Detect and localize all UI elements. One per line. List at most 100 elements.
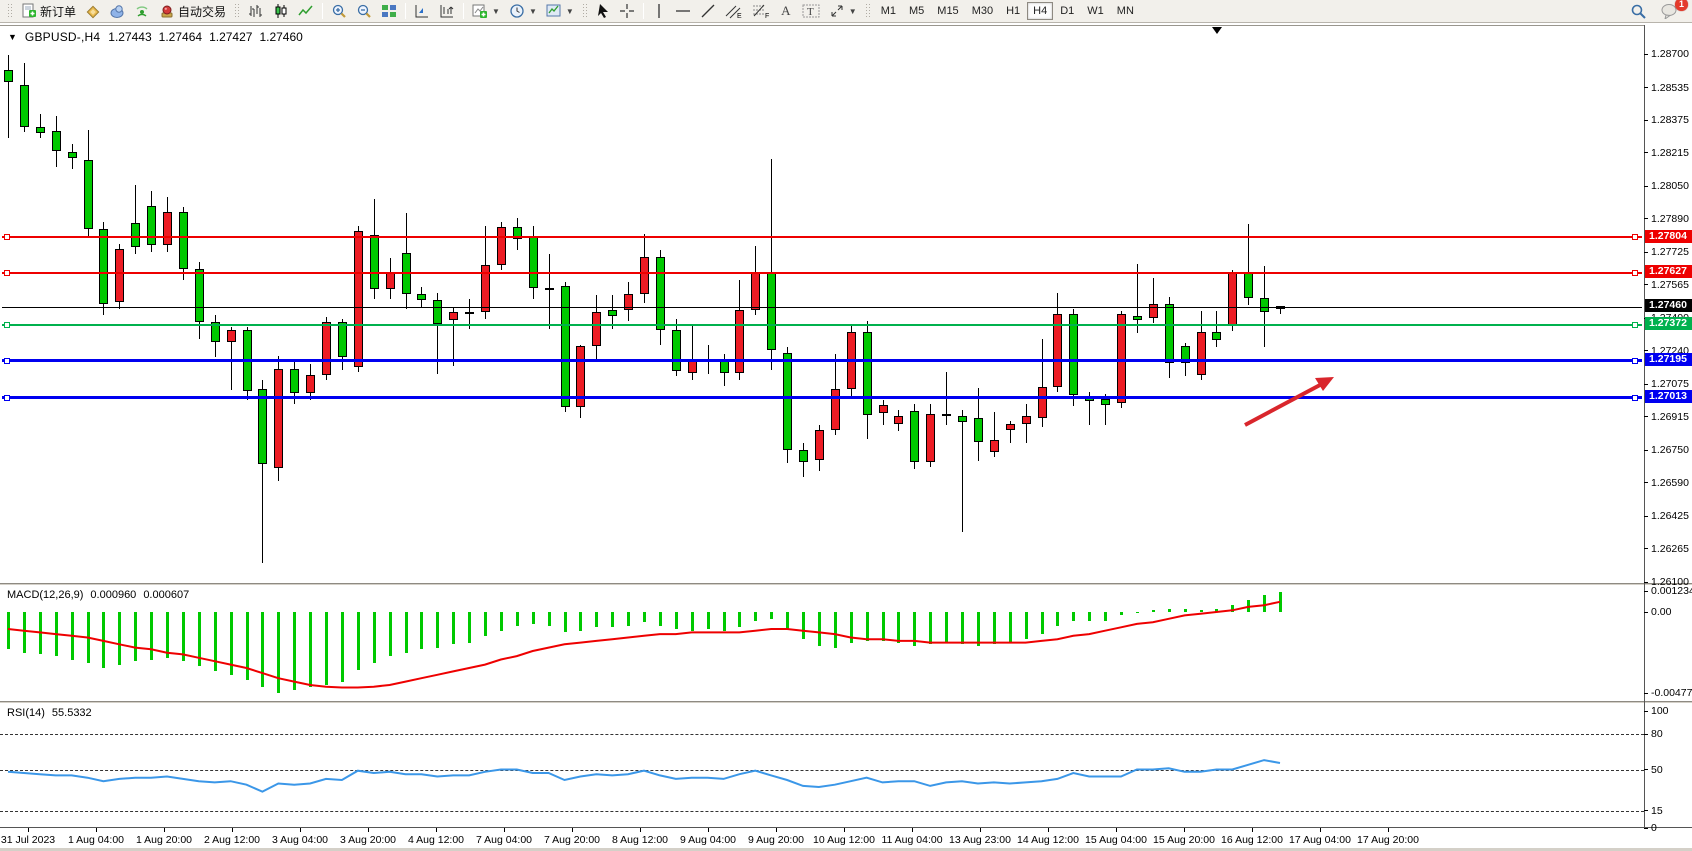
arrows-icon (829, 3, 845, 19)
toolbar: 新订单 自动交易 ▼ ▼ ▼ E F A (0, 0, 1692, 23)
price-axis[interactable]: 1.287001.285351.283751.282151.280501.278… (1644, 25, 1692, 583)
price-axis-label: 1.26590 (1651, 477, 1689, 489)
price-axis-label: 1.28050 (1651, 180, 1689, 192)
macd-axis-label: 0.00 (1651, 606, 1671, 618)
price-tick (1644, 482, 1648, 483)
fibonacci-button[interactable]: F (748, 1, 774, 21)
cursor-button[interactable] (592, 1, 614, 21)
vertical-line-button[interactable] (648, 1, 670, 21)
timeframe-m15[interactable]: M15 (931, 2, 964, 20)
templates-button[interactable]: ▼ (542, 1, 578, 21)
toolbar-grip[interactable] (865, 3, 871, 19)
new-order-button[interactable]: 新订单 (17, 1, 80, 21)
time-tick (572, 828, 573, 832)
search-icon (1630, 3, 1647, 20)
dropdown-arrow-icon: ▼ (492, 7, 500, 16)
periods-button[interactable]: ▼ (505, 1, 541, 21)
timeframe-d1[interactable]: D1 (1054, 2, 1080, 20)
time-tick (164, 828, 165, 832)
time-axis-label: 7 Aug 04:00 (476, 834, 532, 846)
time-tick (1048, 828, 1049, 832)
toolbar-grip[interactable] (7, 3, 13, 19)
bar-chart-button[interactable] (244, 1, 268, 21)
time-tick (1252, 828, 1253, 832)
tile-windows-button[interactable] (377, 1, 401, 21)
rsi-tick (1644, 828, 1648, 829)
toolbar-grip[interactable] (582, 3, 588, 19)
timeframe-m30[interactable]: M30 (966, 2, 999, 20)
rsi-axis-label: 100 (1651, 705, 1669, 717)
auto-trading-button[interactable]: 自动交易 (155, 1, 230, 21)
signals-button[interactable] (130, 1, 154, 21)
timeframe-mn[interactable]: MN (1111, 2, 1140, 20)
price-tick (1644, 548, 1648, 549)
time-axis-label: 31 Jul 2023 (1, 834, 55, 846)
timeframe-group: M1M5M15M30H1H4D1W1MN (875, 2, 1140, 20)
timeframe-w1[interactable]: W1 (1081, 2, 1110, 20)
time-axis-label: 3 Aug 04:00 (272, 834, 328, 846)
separator (405, 3, 406, 19)
crosshair-button[interactable] (615, 1, 639, 21)
price-tick (1644, 252, 1648, 253)
time-axis-label: 17 Aug 04:00 (1289, 834, 1351, 846)
time-tick (28, 828, 29, 832)
timeframe-m1[interactable]: M1 (875, 2, 902, 20)
trendline-button[interactable] (696, 1, 720, 21)
metaeditor-button[interactable] (81, 1, 104, 21)
rsi-panel[interactable]: RSI(14) 55.5332 (0, 704, 1644, 827)
price-axis-label: 1.28700 (1651, 48, 1689, 60)
timeframe-m5[interactable]: M5 (903, 2, 930, 20)
timeframe-h4[interactable]: H4 (1027, 2, 1053, 20)
notifications-button[interactable]: 1 (1657, 1, 1682, 21)
chart-forward-button[interactable] (410, 1, 434, 21)
arrows-button[interactable]: ▼ (825, 1, 861, 21)
price-tick (1644, 516, 1648, 517)
time-tick (980, 828, 981, 832)
price-tick (1644, 582, 1648, 583)
template-icon (546, 3, 562, 19)
rsi-axis[interactable]: 1008050150 (1644, 704, 1692, 827)
line-chart-icon (298, 3, 314, 19)
new-chart-button[interactable]: ▼ (468, 1, 504, 21)
equidistant-channel-button[interactable]: E (721, 1, 747, 21)
dropdown-arrow-icon: ▼ (529, 7, 537, 16)
time-tick (96, 828, 97, 832)
price-tag-1.27804: 1.27804 (1645, 230, 1692, 243)
price-tick (1644, 350, 1648, 351)
chart-forward-icon (414, 3, 430, 19)
candlestick-chart-button[interactable] (269, 1, 293, 21)
search-button[interactable] (1626, 1, 1651, 21)
new-chart-icon (472, 3, 488, 19)
price-axis-label: 1.28535 (1651, 82, 1689, 94)
horizontal-line-button[interactable] (671, 1, 695, 21)
macd-panel[interactable]: MACD(12,26,9) 0.000960 0.000607 (0, 586, 1644, 701)
time-tick (1320, 828, 1321, 832)
crystal-icon (85, 4, 100, 19)
text-button[interactable]: A (775, 1, 797, 21)
price-tag-1.27372: 1.27372 (1645, 317, 1692, 330)
text-label-icon: T (802, 3, 820, 19)
publisher-icon (109, 4, 125, 19)
price-tick (1644, 284, 1648, 285)
price-tick (1644, 120, 1648, 121)
chart-shift-button[interactable] (435, 1, 459, 21)
timeframe-h1[interactable]: H1 (1000, 2, 1026, 20)
bar-chart-icon (248, 3, 264, 19)
line-chart-button[interactable] (294, 1, 318, 21)
price-axis-label: 1.27075 (1651, 378, 1689, 390)
price-axis-label: 1.27890 (1651, 213, 1689, 225)
macd-tick (1644, 612, 1648, 613)
vertical-line-icon (654, 3, 664, 19)
zoom-in-button[interactable] (327, 1, 351, 21)
publisher-button[interactable] (105, 1, 129, 21)
rsi-tick (1644, 734, 1648, 735)
macd-axis[interactable]: 0.0012340.00-0.004774 (1644, 586, 1692, 701)
text-label-button[interactable]: T (798, 1, 824, 21)
arrow-annotation[interactable] (1245, 385, 1320, 425)
toolbar-grip[interactable] (234, 3, 240, 19)
main-chart-plot[interactable]: ▼ GBPUSD-,H4 1.27443 1.27464 1.27427 1.2… (0, 25, 1644, 583)
auto-trading-icon (159, 4, 175, 19)
mt4-window: 新订单 自动交易 ▼ ▼ ▼ E F A (0, 0, 1692, 851)
zoom-out-button[interactable] (352, 1, 376, 21)
time-axis[interactable]: 31 Jul 20231 Aug 04:001 Aug 20:002 Aug 1… (0, 827, 1692, 849)
